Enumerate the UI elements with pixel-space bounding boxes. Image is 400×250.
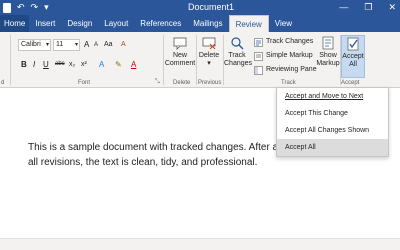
- shrink-font-button[interactable]: A: [94, 40, 98, 51]
- title-bar: ↶ ↷ ▾ Document1 — ❐ ✕: [0, 0, 400, 15]
- track-changes-button[interactable]: Track Changes: [254, 37, 313, 47]
- accept-all-button[interactable]: Accept All: [341, 35, 365, 78]
- delete-group-label: Delete: [173, 80, 191, 86]
- tab-view[interactable]: View: [269, 15, 298, 32]
- track-changes-big-label-2: Changes: [224, 60, 253, 67]
- tab-layout[interactable]: Layout: [98, 15, 134, 32]
- grow-font-button[interactable]: A: [84, 39, 89, 50]
- ribbon-tabs: Home Insert Design Layout References Mai…: [0, 15, 400, 32]
- tab-design[interactable]: Design: [61, 15, 98, 32]
- simple-markup-label: Simple Markup: [266, 52, 313, 59]
- show-markup-icon: [322, 36, 334, 50]
- track-changes-icon: [254, 37, 263, 47]
- markup-icon: [254, 51, 263, 61]
- chevron-down-icon: ▾: [45, 42, 49, 48]
- group-divider: [10, 35, 11, 85]
- accept-group-label: Accept: [341, 80, 360, 86]
- word-logo-icon: [3, 2, 11, 13]
- font-color-button[interactable]: A: [131, 59, 136, 70]
- previous-group-label: Previous: [198, 80, 222, 86]
- tab-review[interactable]: Review: [228, 15, 269, 32]
- track-changes-label: Track Changes: [266, 38, 314, 45]
- show-markup-label-1: Show: [319, 52, 337, 59]
- clear-formatting-button[interactable]: A: [121, 39, 126, 50]
- superscript-button[interactable]: x²: [81, 59, 87, 70]
- tab-insert[interactable]: Insert: [29, 15, 61, 32]
- font-name-combo[interactable]: Calibri ▾: [18, 39, 51, 51]
- show-markup-label-2: Markup: [316, 60, 340, 67]
- track-changes-big-label-1: Track: [228, 52, 246, 59]
- tab-mailings[interactable]: Mailings: [187, 15, 228, 32]
- redo-icon[interactable]: ↷: [31, 1, 39, 14]
- menu-item-accept-this-change[interactable]: Accept This Change: [277, 105, 388, 122]
- track-group-label: Track: [281, 80, 296, 86]
- restore-icon[interactable]: ❐: [364, 1, 372, 14]
- simple-markup-dropdown[interactable]: Simple Markup: [254, 51, 313, 61]
- delete-comment-button[interactable]: Delete ▾: [197, 36, 221, 68]
- new-comment-label-1: New: [172, 52, 187, 59]
- font-size-combo[interactable]: 11 ▾: [53, 39, 80, 51]
- window-controls: — ❐ ✕: [339, 1, 396, 14]
- change-case-button[interactable]: Aa: [104, 39, 113, 50]
- undo-icon[interactable]: ↶: [17, 1, 25, 14]
- magnifier-icon: [231, 37, 244, 50]
- italic-button[interactable]: I: [33, 59, 35, 70]
- clipboard-group-label: d: [1, 80, 5, 86]
- menu-item-accept-all-changes-shown[interactable]: Accept All Changes Shown: [277, 122, 388, 139]
- new-comment-label-2: Comment: [164, 60, 196, 67]
- menu-item-label: Accept and Move to Next: [285, 93, 364, 100]
- highlight-icon[interactable]: ✎: [115, 59, 122, 70]
- reviewing-pane-icon: [254, 65, 263, 75]
- accept-label-2: All: [349, 61, 357, 68]
- bold-button[interactable]: B: [21, 59, 27, 70]
- accept-dropdown-menu: Accept and Move to Next Accept This Chan…: [276, 87, 389, 157]
- delete-label: Delete: [198, 52, 220, 59]
- menu-item-label: Accept This Change: [285, 110, 348, 117]
- underline-button[interactable]: U: [43, 59, 49, 70]
- text-effects-button[interactable]: A: [99, 59, 104, 70]
- customize-qat-icon[interactable]: ▾: [44, 1, 49, 14]
- track-changes-big-button[interactable]: Track Changes: [224, 36, 253, 68]
- delete-comment-icon: [202, 37, 216, 50]
- font-group-label: Font: [78, 80, 91, 86]
- tab-home[interactable]: Home: [0, 15, 30, 32]
- strikethrough-button[interactable]: abc: [55, 59, 65, 70]
- font-size-value: 11: [56, 41, 64, 48]
- font-dialog-launcher-icon[interactable]: ⤡: [155, 79, 160, 86]
- menu-item-accept-and-move-next[interactable]: Accept and Move to Next: [277, 88, 388, 105]
- reviewing-pane-label: Reviewing Pane: [266, 66, 317, 73]
- chevron-down-icon: ▾: [207, 60, 211, 67]
- new-comment-button[interactable]: New Comment: [164, 36, 196, 68]
- menu-item-label: Accept All: [285, 144, 316, 151]
- minimize-icon[interactable]: —: [339, 1, 348, 14]
- window-title: Document1: [188, 2, 235, 12]
- subscript-button[interactable]: x₂: [69, 59, 75, 70]
- font-name-value: Calibri: [21, 41, 41, 48]
- show-markup-button[interactable]: Show Markup: [316, 36, 340, 68]
- new-comment-icon: [173, 37, 187, 50]
- menu-item-accept-all[interactable]: Accept All: [277, 139, 388, 156]
- quick-access-toolbar: ↶ ↷ ▾: [3, 1, 49, 14]
- reviewing-pane-button[interactable]: Reviewing Pane: [254, 65, 317, 75]
- status-bar: [0, 238, 400, 250]
- tab-references[interactable]: References: [134, 15, 187, 32]
- chevron-down-icon: ▾: [74, 42, 78, 48]
- close-icon[interactable]: ✕: [388, 1, 396, 14]
- accept-label-1: Accept: [342, 53, 364, 60]
- ribbon: d Calibri ▾ 11 ▾ A A Aa A B I U abc x₂ x…: [0, 32, 400, 88]
- menu-item-label: Accept All Changes Shown: [285, 127, 370, 134]
- accept-icon: [347, 37, 359, 51]
